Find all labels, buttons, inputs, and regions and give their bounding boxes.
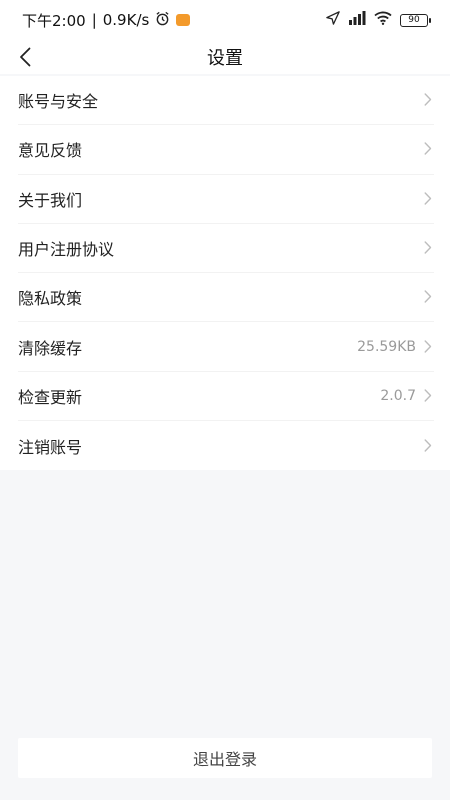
chevron-right-icon [424, 241, 434, 255]
status-left: 下午2:00 | 0.9K/s [22, 10, 191, 31]
menu-item-right [416, 439, 434, 453]
battery-icon: 90 [400, 13, 431, 27]
status-right: 90 [326, 11, 431, 29]
menu-item-right [416, 241, 434, 255]
logout-container: 退出登录 [18, 738, 432, 778]
menu-item[interactable]: 关于我们 [18, 175, 434, 224]
menu-item[interactable]: 清除缓存 25.59KB [18, 322, 434, 372]
menu-item[interactable]: 注销账号 [18, 421, 434, 470]
back-arrow-icon[interactable] [14, 46, 36, 68]
chevron-right-icon [424, 290, 434, 304]
menu-item-right [416, 93, 434, 107]
status-separator: | [91, 11, 97, 29]
menu-item[interactable]: 账号与安全 [18, 76, 434, 126]
chevron-right-icon [424, 389, 434, 403]
menu-item[interactable]: 意见反馈 [18, 125, 434, 175]
menu-item-label: 注销账号 [18, 437, 83, 457]
chevron-right-icon [424, 192, 434, 206]
menu-item-label: 清除缓存 [18, 338, 83, 358]
menu-item-right: 25.59KB [357, 339, 434, 355]
status-bar: 下午2:00 | 0.9K/s 90 [0, 0, 450, 40]
menu-item-right: 2.0.7 [380, 388, 434, 404]
menu-item-value: 2.0.7 [380, 387, 416, 404]
wifi-icon [374, 11, 392, 29]
chevron-right-icon [424, 439, 434, 453]
battery-level: 90 [408, 14, 420, 25]
menu-item-label: 隐私政策 [18, 289, 83, 309]
location-arrow-icon [326, 11, 340, 29]
nav-bar: 设置 [0, 40, 450, 74]
menu-item-right [416, 142, 434, 156]
chevron-right-icon [424, 93, 434, 107]
chevron-right-icon [424, 142, 434, 156]
status-time: 下午2:00 [22, 11, 86, 30]
menu-item-value: 25.59KB [357, 338, 416, 355]
menu-item-label: 意见反馈 [18, 141, 83, 161]
settings-menu: 账号与安全意见反馈关于我们用户注册协议 隐私政策清除缓存 25.59KB 检查更新 2.… [0, 76, 450, 471]
menu-item-label: 账号与安全 [18, 92, 99, 112]
menu-item[interactable]: 隐私政策 [18, 273, 434, 323]
menu-item-right [416, 192, 434, 206]
chevron-right-icon [424, 339, 434, 354]
menu-item[interactable]: 用户注册协议 [18, 224, 434, 274]
menu-item-right [416, 290, 434, 304]
menu-item[interactable]: 检查更新 2.0.7 [18, 372, 434, 422]
status-net-speed: 0.9K/s [102, 11, 150, 29]
page-title: 设置 [207, 48, 243, 69]
menu-item-label: 用户注册协议 [18, 240, 115, 260]
menu-item-label: 关于我们 [18, 190, 83, 210]
alarm-clock-icon [155, 11, 170, 30]
menu-item-label: 检查更新 [18, 387, 83, 407]
app-notification-icon [176, 14, 191, 26]
signal-icon [348, 11, 366, 29]
logout-button[interactable]: 退出登录 [18, 738, 432, 778]
